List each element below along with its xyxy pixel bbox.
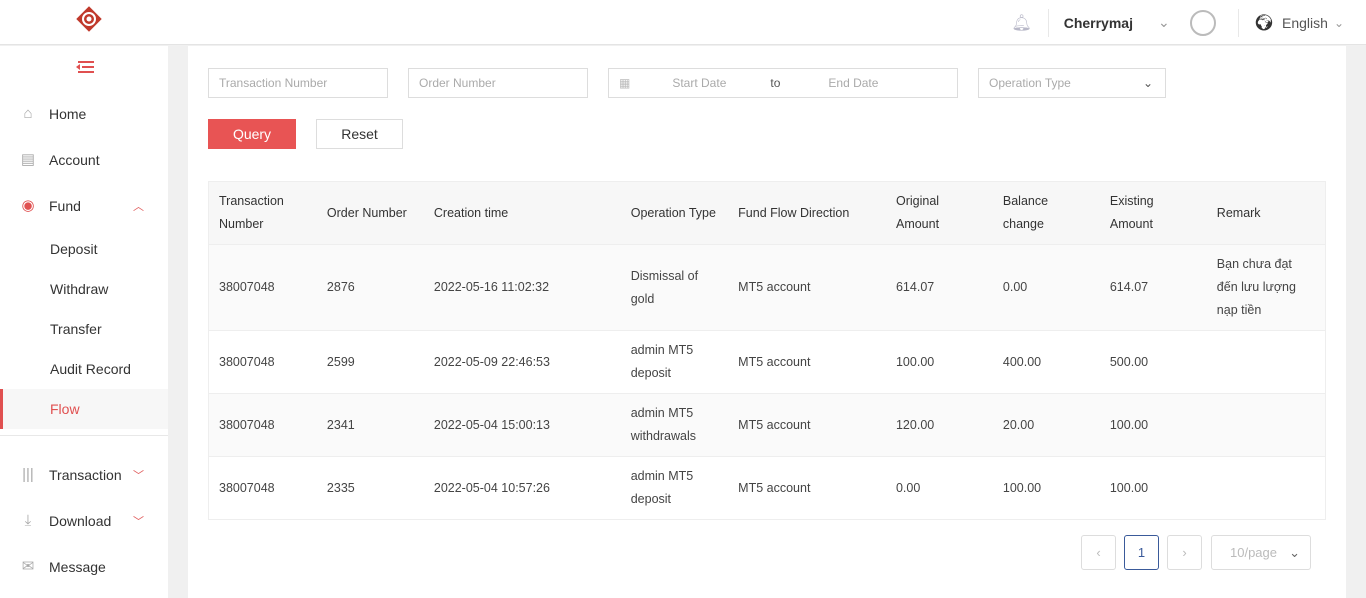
table-cell: 100.00 bbox=[885, 330, 993, 394]
column-header: Remark bbox=[1206, 181, 1326, 245]
column-header: Balance change bbox=[992, 181, 1100, 245]
sidebar-item-flow[interactable]: Flow bbox=[0, 389, 168, 429]
home-icon: ⌂ bbox=[23, 105, 33, 122]
column-header: Order Number bbox=[316, 181, 424, 245]
table-row: 38007048 2599 2022-05-09 22:46:53 admin MT5… bbox=[208, 330, 1326, 394]
table-cell: Bạn chưa đạt đến lưu lượng nạp tiền bbox=[1206, 244, 1326, 331]
table-cell: 0.00 bbox=[885, 456, 993, 520]
sidebar-item-deposit[interactable]: Deposit bbox=[0, 229, 168, 269]
table-cell bbox=[1206, 393, 1326, 457]
order-number-input[interactable]: Order Number bbox=[408, 68, 588, 98]
reset-button[interactable]: Reset bbox=[316, 119, 403, 149]
table-cell: 38007048 bbox=[208, 244, 317, 331]
table-cell: admin MT5 deposit bbox=[620, 330, 729, 394]
language-select[interactable]: English bbox=[1282, 15, 1328, 31]
operation-type-select[interactable]: Operation Type ⌄ bbox=[978, 68, 1166, 98]
table-cell: 2022-05-16 11:02:32 bbox=[423, 244, 621, 331]
chevron-down-icon: ﹀ bbox=[133, 516, 144, 528]
sidebar-item-withdraw[interactable]: Withdraw bbox=[0, 269, 168, 309]
table-cell: 120.00 bbox=[885, 393, 993, 457]
sidebar-item-transfer[interactable]: Transfer bbox=[0, 309, 168, 349]
column-header: Original Amount bbox=[885, 181, 993, 245]
fund-icon: ◉ bbox=[21, 197, 35, 214]
sidebar-item-fund[interactable]: ◉ Fund ︿ bbox=[0, 186, 168, 226]
table-cell: MT5 account bbox=[728, 393, 886, 457]
table-cell: MT5 account bbox=[728, 330, 886, 394]
sidebar-item-audit-record[interactable]: Audit Record bbox=[0, 349, 168, 389]
table-cell: 100.00 bbox=[1099, 456, 1207, 520]
sidebar-item-download[interactable]: ⤓ Download ﹀ bbox=[0, 501, 168, 541]
bell-icon[interactable]: 🔔︎ bbox=[1011, 13, 1031, 33]
chevron-up-icon: ︿ bbox=[133, 201, 144, 213]
table-cell: Dismissal of gold bbox=[620, 244, 729, 331]
avatar[interactable] bbox=[1189, 9, 1216, 36]
table-cell: 2022-05-04 10:57:26 bbox=[423, 456, 621, 520]
table-cell: 500.00 bbox=[1099, 330, 1207, 394]
table-cell: 2599 bbox=[316, 330, 424, 394]
next-page-button[interactable]: › bbox=[1167, 535, 1202, 570]
table-cell: 38007048 bbox=[208, 330, 317, 394]
table-cell: MT5 account bbox=[728, 456, 886, 520]
table-cell: 38007048 bbox=[208, 456, 317, 520]
main-content: Transaction Number Order Number ▦ Start … bbox=[188, 46, 1346, 598]
table-row: 38007048 2341 2022-05-04 15:00:13 admin MT5… bbox=[208, 393, 1326, 457]
account-icon: ▤ bbox=[20, 151, 36, 168]
column-header: Operation Type bbox=[620, 181, 729, 245]
chevron-down-icon[interactable]: ⌄ bbox=[1158, 14, 1170, 31]
table-cell: admin MT5 deposit bbox=[620, 456, 729, 520]
table-cell bbox=[1206, 330, 1326, 394]
date-range-picker[interactable]: ▦ Start Date to End Date bbox=[608, 68, 958, 98]
column-header: Transaction Number bbox=[208, 181, 317, 245]
table-cell: 614.07 bbox=[885, 244, 993, 331]
table-cell: 2876 bbox=[316, 244, 424, 331]
calendar-icon: ▦ bbox=[619, 76, 631, 90]
globe-icon[interactable]: 🌍︎ bbox=[1254, 13, 1274, 33]
page-1-button[interactable]: 1 bbox=[1124, 535, 1159, 570]
prev-page-button[interactable]: ‹ bbox=[1081, 535, 1116, 570]
chevron-down-icon: ⌄ bbox=[1289, 544, 1300, 560]
table-cell: 2335 bbox=[316, 456, 424, 520]
sidebar: ⌂ Home ▤ Account ◉ Fund ︿ Deposit Withdraw T… bbox=[0, 46, 168, 598]
column-header: Fund Flow Direction bbox=[728, 181, 886, 245]
table-cell bbox=[1206, 456, 1326, 520]
page-size-select[interactable]: 10/page ⌄ bbox=[1211, 535, 1311, 570]
mail-icon: ✉ bbox=[21, 558, 35, 575]
transaction-number-input[interactable]: Transaction Number bbox=[208, 68, 388, 98]
menu-collapse-icon[interactable] bbox=[76, 60, 94, 74]
table-cell: 100.00 bbox=[1099, 393, 1207, 457]
table-row: 38007048 2335 2022-05-04 10:57:26 admin MT5… bbox=[208, 456, 1326, 520]
flow-table: Transaction Number Order Number Creation t… bbox=[208, 181, 1326, 520]
sidebar-item-home[interactable]: ⌂ Home bbox=[0, 94, 168, 134]
sidebar-item-account[interactable]: ▤ Account bbox=[0, 140, 168, 180]
sidebar-item-message[interactable]: ✉ Message bbox=[0, 547, 168, 587]
barcode-icon: ||| bbox=[22, 466, 34, 483]
chevron-down-icon: ⌄ bbox=[1142, 76, 1153, 90]
table-cell: 614.07 bbox=[1099, 244, 1207, 331]
table-cell: 100.00 bbox=[992, 456, 1100, 520]
chevron-down-icon: ﹀ bbox=[133, 470, 144, 482]
table-cell: 20.00 bbox=[992, 393, 1100, 457]
table-row: 38007048 2876 2022-05-16 11:02:32 Dismissal… bbox=[208, 244, 1326, 331]
chevron-down-icon[interactable]: ⌄ bbox=[1334, 16, 1344, 30]
user-name[interactable]: Cherrymaj bbox=[1064, 15, 1133, 31]
download-icon: ⤓ bbox=[24, 512, 32, 529]
logo-icon bbox=[76, 6, 102, 32]
column-header: Creation time bbox=[423, 181, 621, 245]
top-bar: 🔔︎ Cherrymaj ⌄ 🌍︎ English ⌄ bbox=[0, 0, 1366, 45]
column-header: Existing Amount bbox=[1099, 181, 1207, 245]
table-cell: 2022-05-04 15:00:13 bbox=[423, 393, 621, 457]
query-button[interactable]: Query bbox=[208, 119, 296, 149]
table-cell: 400.00 bbox=[992, 330, 1100, 394]
sidebar-item-transaction[interactable]: ||| Transaction ﹀ bbox=[0, 455, 168, 495]
scrollbar[interactable] bbox=[1346, 46, 1366, 598]
table-cell: 38007048 bbox=[208, 393, 317, 457]
table-cell: 2341 bbox=[316, 393, 424, 457]
table-cell: 2022-05-09 22:46:53 bbox=[423, 330, 621, 394]
table-cell: 0.00 bbox=[992, 244, 1100, 331]
table-cell: admin MT5 withdrawals bbox=[620, 393, 729, 457]
table-cell: MT5 account bbox=[728, 244, 886, 331]
